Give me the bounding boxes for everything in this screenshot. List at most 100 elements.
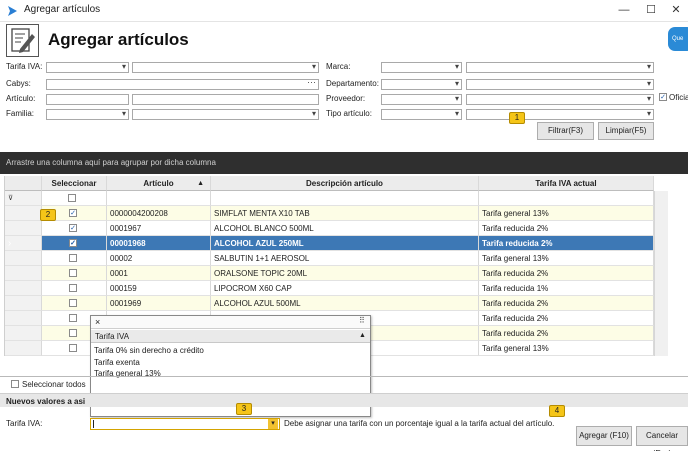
column-header-tarifa[interactable]: Tarifa IVA actual <box>479 176 654 191</box>
grid-scrollbar[interactable] <box>654 191 668 356</box>
ellipsis-icon[interactable]: ··· <box>307 77 316 87</box>
row-indicator[interactable] <box>5 206 42 221</box>
filtrar-button[interactable]: Filtrar(F3) <box>537 122 594 140</box>
cell-descripcion[interactable]: ALCOHOL AZUL 250ML <box>211 236 479 251</box>
cell-tarifa[interactable]: Tarifa reducida 2% <box>479 266 654 281</box>
tarifa-iva-code-combo[interactable] <box>46 62 129 73</box>
row-checkbox[interactable] <box>69 284 77 292</box>
tipo-articulo-desc-combo[interactable] <box>466 109 654 120</box>
table-row[interactable]: 0001969 ALCOHOL AZUL 500ML Tarifa reducida… <box>5 296 687 311</box>
cell-tarifa[interactable]: Tarifa reducida 1% <box>479 281 654 296</box>
popup-option-0[interactable]: Tarifa 0% sin derecho a crédito <box>94 346 204 355</box>
limpiar-button[interactable]: Limpiar(F5) <box>598 122 654 140</box>
table-row[interactable]: 000159 LIPOCROM X60 CAP Tarifa reducida 1% <box>5 281 687 296</box>
filter-cell-descripcion[interactable] <box>211 191 479 206</box>
tipo-articulo-code-combo[interactable] <box>381 109 462 120</box>
oficial-checkbox[interactable]: ✓ <box>659 93 667 101</box>
column-header-descripcion[interactable]: Descripción artículo <box>211 176 479 191</box>
filter-cell-seleccionar[interactable] <box>42 191 107 206</box>
cell-descripcion[interactable]: SIMFLAT MENTA X10 TAB <box>211 206 479 221</box>
popup-column-header[interactable]: Tarifa IVA ▲ <box>91 330 370 343</box>
articulo-code-field[interactable] <box>46 94 129 105</box>
maximize-button[interactable]: ☐ <box>642 2 660 18</box>
cell-tarifa[interactable]: Tarifa general 13% <box>479 206 654 221</box>
row-checkbox[interactable] <box>69 329 77 337</box>
minimize-button[interactable]: — <box>615 2 633 18</box>
agregar-button[interactable]: Agregar (F10) <box>576 426 632 446</box>
row-checkbox[interactable] <box>69 299 77 307</box>
row-indicator[interactable] <box>5 311 42 326</box>
cell-tarifa[interactable]: Tarifa general 13% <box>479 251 654 266</box>
table-row[interactable]: ✓ 0000004200208 SIMFLAT MENTA X10 TAB Tarif… <box>5 206 687 221</box>
tarifa-iva-input[interactable]: ▾ <box>90 418 280 430</box>
cell-codigo[interactable]: 00001968 <box>107 236 211 251</box>
cabys-field[interactable]: ··· <box>46 77 319 90</box>
filter-cell-tarifa[interactable] <box>479 191 654 206</box>
row-indicator[interactable] <box>5 251 42 266</box>
cell-descripcion[interactable]: ALCOHOL BLANCO 500ML <box>211 221 479 236</box>
seleccionar-cell[interactable]: ✓ <box>42 221 107 236</box>
seleccionar-cell[interactable] <box>42 266 107 281</box>
cell-tarifa[interactable]: Tarifa general 13% <box>479 341 654 356</box>
row-checkbox[interactable]: ✓ <box>69 224 77 232</box>
row-indicator[interactable] <box>5 296 42 311</box>
help-badge[interactable]: Que <box>668 27 688 51</box>
table-row[interactable]: 0001 ORALSONE TOPIC 20ML Tarifa reducida 2… <box>5 266 687 281</box>
seleccionar-todos-checkbox[interactable] <box>11 380 19 388</box>
marca-desc-combo[interactable] <box>466 62 654 73</box>
cell-descripcion[interactable]: ALCOHOL AZUL 500ML <box>211 296 479 311</box>
familia-desc-combo[interactable] <box>132 109 319 120</box>
row-indicator[interactable] <box>5 221 42 236</box>
articulo-desc-field[interactable] <box>132 94 319 105</box>
row-checkbox[interactable] <box>69 269 77 277</box>
column-header-seleccionar[interactable]: Seleccionar <box>42 176 107 191</box>
marca-code-combo[interactable] <box>381 62 462 73</box>
row-checkbox[interactable] <box>69 254 77 262</box>
row-checkbox[interactable] <box>69 314 77 322</box>
cell-codigo[interactable]: 0001967 <box>107 221 211 236</box>
row-indicator[interactable] <box>5 266 42 281</box>
proveedor-code-combo[interactable] <box>381 94 462 105</box>
cell-codigo[interactable]: 0000004200208 <box>107 206 211 221</box>
row-indicator[interactable] <box>5 326 42 341</box>
seleccionar-cell[interactable]: ✓ <box>42 236 107 251</box>
cell-codigo[interactable]: 0001 <box>107 266 211 281</box>
seleccionar-cell[interactable] <box>42 296 107 311</box>
filter-checkbox[interactable] <box>68 194 76 202</box>
cell-tarifa[interactable]: Tarifa reducida 2% <box>479 311 654 326</box>
seleccionar-cell[interactable] <box>42 251 107 266</box>
row-indicator[interactable] <box>5 281 42 296</box>
cancelar-button[interactable]: Cancelar (Esc) <box>636 426 688 451</box>
proveedor-desc-combo[interactable] <box>466 94 654 105</box>
popup-option-1[interactable]: Tarifa exenta <box>94 358 140 367</box>
cell-tarifa[interactable]: Tarifa reducida 2% <box>479 221 654 236</box>
cell-descripcion[interactable]: SALBUTIN 1+1 AEROSOL <box>211 251 479 266</box>
column-header-articulo[interactable]: Artículo ▲ <box>107 176 211 191</box>
cell-tarifa[interactable]: Tarifa reducida 2% <box>479 236 654 251</box>
cell-descripcion[interactable]: ORALSONE TOPIC 20ML <box>211 266 479 281</box>
departamento-code-combo[interactable] <box>381 79 462 90</box>
row-checkbox[interactable]: ✓ <box>69 209 77 217</box>
familia-code-combo[interactable] <box>46 109 129 120</box>
departamento-desc-combo[interactable] <box>466 79 654 90</box>
table-row[interactable]: ✓ 0001967 ALCOHOL BLANCO 500ML Tarifa reduc… <box>5 221 687 236</box>
cell-codigo[interactable]: 0001969 <box>107 296 211 311</box>
row-indicator[interactable] <box>5 341 42 356</box>
filter-cell-articulo[interactable] <box>107 191 211 206</box>
cell-tarifa[interactable]: Tarifa reducida 2% <box>479 326 654 341</box>
cell-codigo[interactable]: 00002 <box>107 251 211 266</box>
group-by-bar[interactable]: Arrastre una columna aquí para agrupar p… <box>0 152 688 174</box>
cell-tarifa[interactable]: Tarifa reducida 2% <box>479 296 654 311</box>
table-row[interactable]: 00002 SALBUTIN 1+1 AEROSOL Tarifa general … <box>5 251 687 266</box>
grid-filter-row[interactable]: ⊽ <box>5 191 687 206</box>
row-checkbox[interactable]: ✓ <box>69 239 77 247</box>
cell-codigo[interactable]: 000159 <box>107 281 211 296</box>
table-row-selected[interactable]: › ✓ 00001968 ALCOHOL AZUL 250ML Tarifa reduc… <box>5 236 687 251</box>
tarifa-iva-desc-combo[interactable] <box>132 62 319 73</box>
popup-close-icon[interactable]: × <box>95 317 100 327</box>
cell-descripcion[interactable]: LIPOCROM X60 CAP <box>211 281 479 296</box>
seleccionar-cell[interactable] <box>42 281 107 296</box>
close-button[interactable]: ✕ <box>667 2 685 18</box>
grip-icon[interactable]: ⠿ <box>359 316 365 325</box>
row-indicator[interactable]: › <box>5 236 42 251</box>
